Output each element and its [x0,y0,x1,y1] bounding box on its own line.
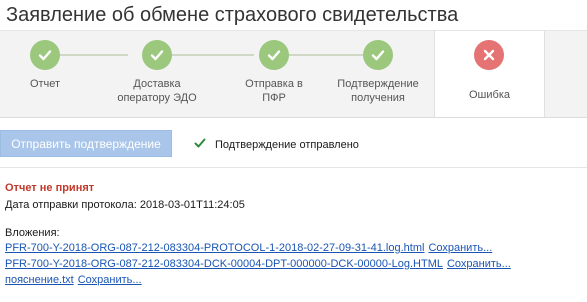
divider [0,167,587,168]
save-attachment-link[interactable]: Сохранить... [428,242,492,254]
step-error: Ошибка [434,31,545,117]
check-icon [259,40,289,70]
attachment-link[interactable]: PFR-700-Y-2018-ORG-087-212-083304-PROTOC… [5,242,424,254]
step-label: Подтверждение получения [337,78,419,104]
step-report: Отчет [0,31,90,117]
step-label: Отчет [29,78,61,90]
page-title: Заявление об обмене страхового свидетель… [6,4,459,26]
save-attachment-link[interactable]: Сохранить... [447,258,511,270]
attachment-item: пояснение.txt Сохранить... [5,274,142,286]
attachments-heading: Вложения: [5,227,60,239]
step-label: Отправка в ПФР [245,78,303,104]
attachment-link[interactable]: пояснение.txt [5,274,74,286]
attachment-item: PFR-700-Y-2018-ORG-087-212-083304-DCK-00… [5,258,511,270]
confirmation-status-text: Подтверждение отправлено [215,138,359,151]
step-pfr-sending: Отправка в ПФР [224,31,324,117]
step-receipt-confirmation: Подтверждение получения [330,31,430,117]
attachment-link[interactable]: PFR-700-Y-2018-ORG-087-212-083304-DCK-00… [5,258,443,270]
protocol-sent-date: Дата отправки протокола: 2018-03-01T11:2… [5,199,245,211]
send-confirmation-button[interactable]: Отправить подтверждение [0,130,172,157]
step-edo-delivery: Доставка оператору ЭДО [98,31,216,117]
progress-steps: Отчет Доставка оператору ЭДО Отправка в … [0,30,587,118]
check-icon [194,137,206,152]
close-icon [474,40,504,70]
error-title: Отчет не принят [5,182,95,194]
confirmation-status: Подтверждение отправлено [194,137,359,152]
step-label: Ошибка [469,89,510,101]
step-label: Доставка оператору ЭДО [117,78,197,104]
save-attachment-link[interactable]: Сохранить... [78,274,142,286]
check-icon [30,40,60,70]
check-icon [142,40,172,70]
check-icon [363,40,393,70]
attachment-item: PFR-700-Y-2018-ORG-087-212-083304-PROTOC… [5,242,492,254]
